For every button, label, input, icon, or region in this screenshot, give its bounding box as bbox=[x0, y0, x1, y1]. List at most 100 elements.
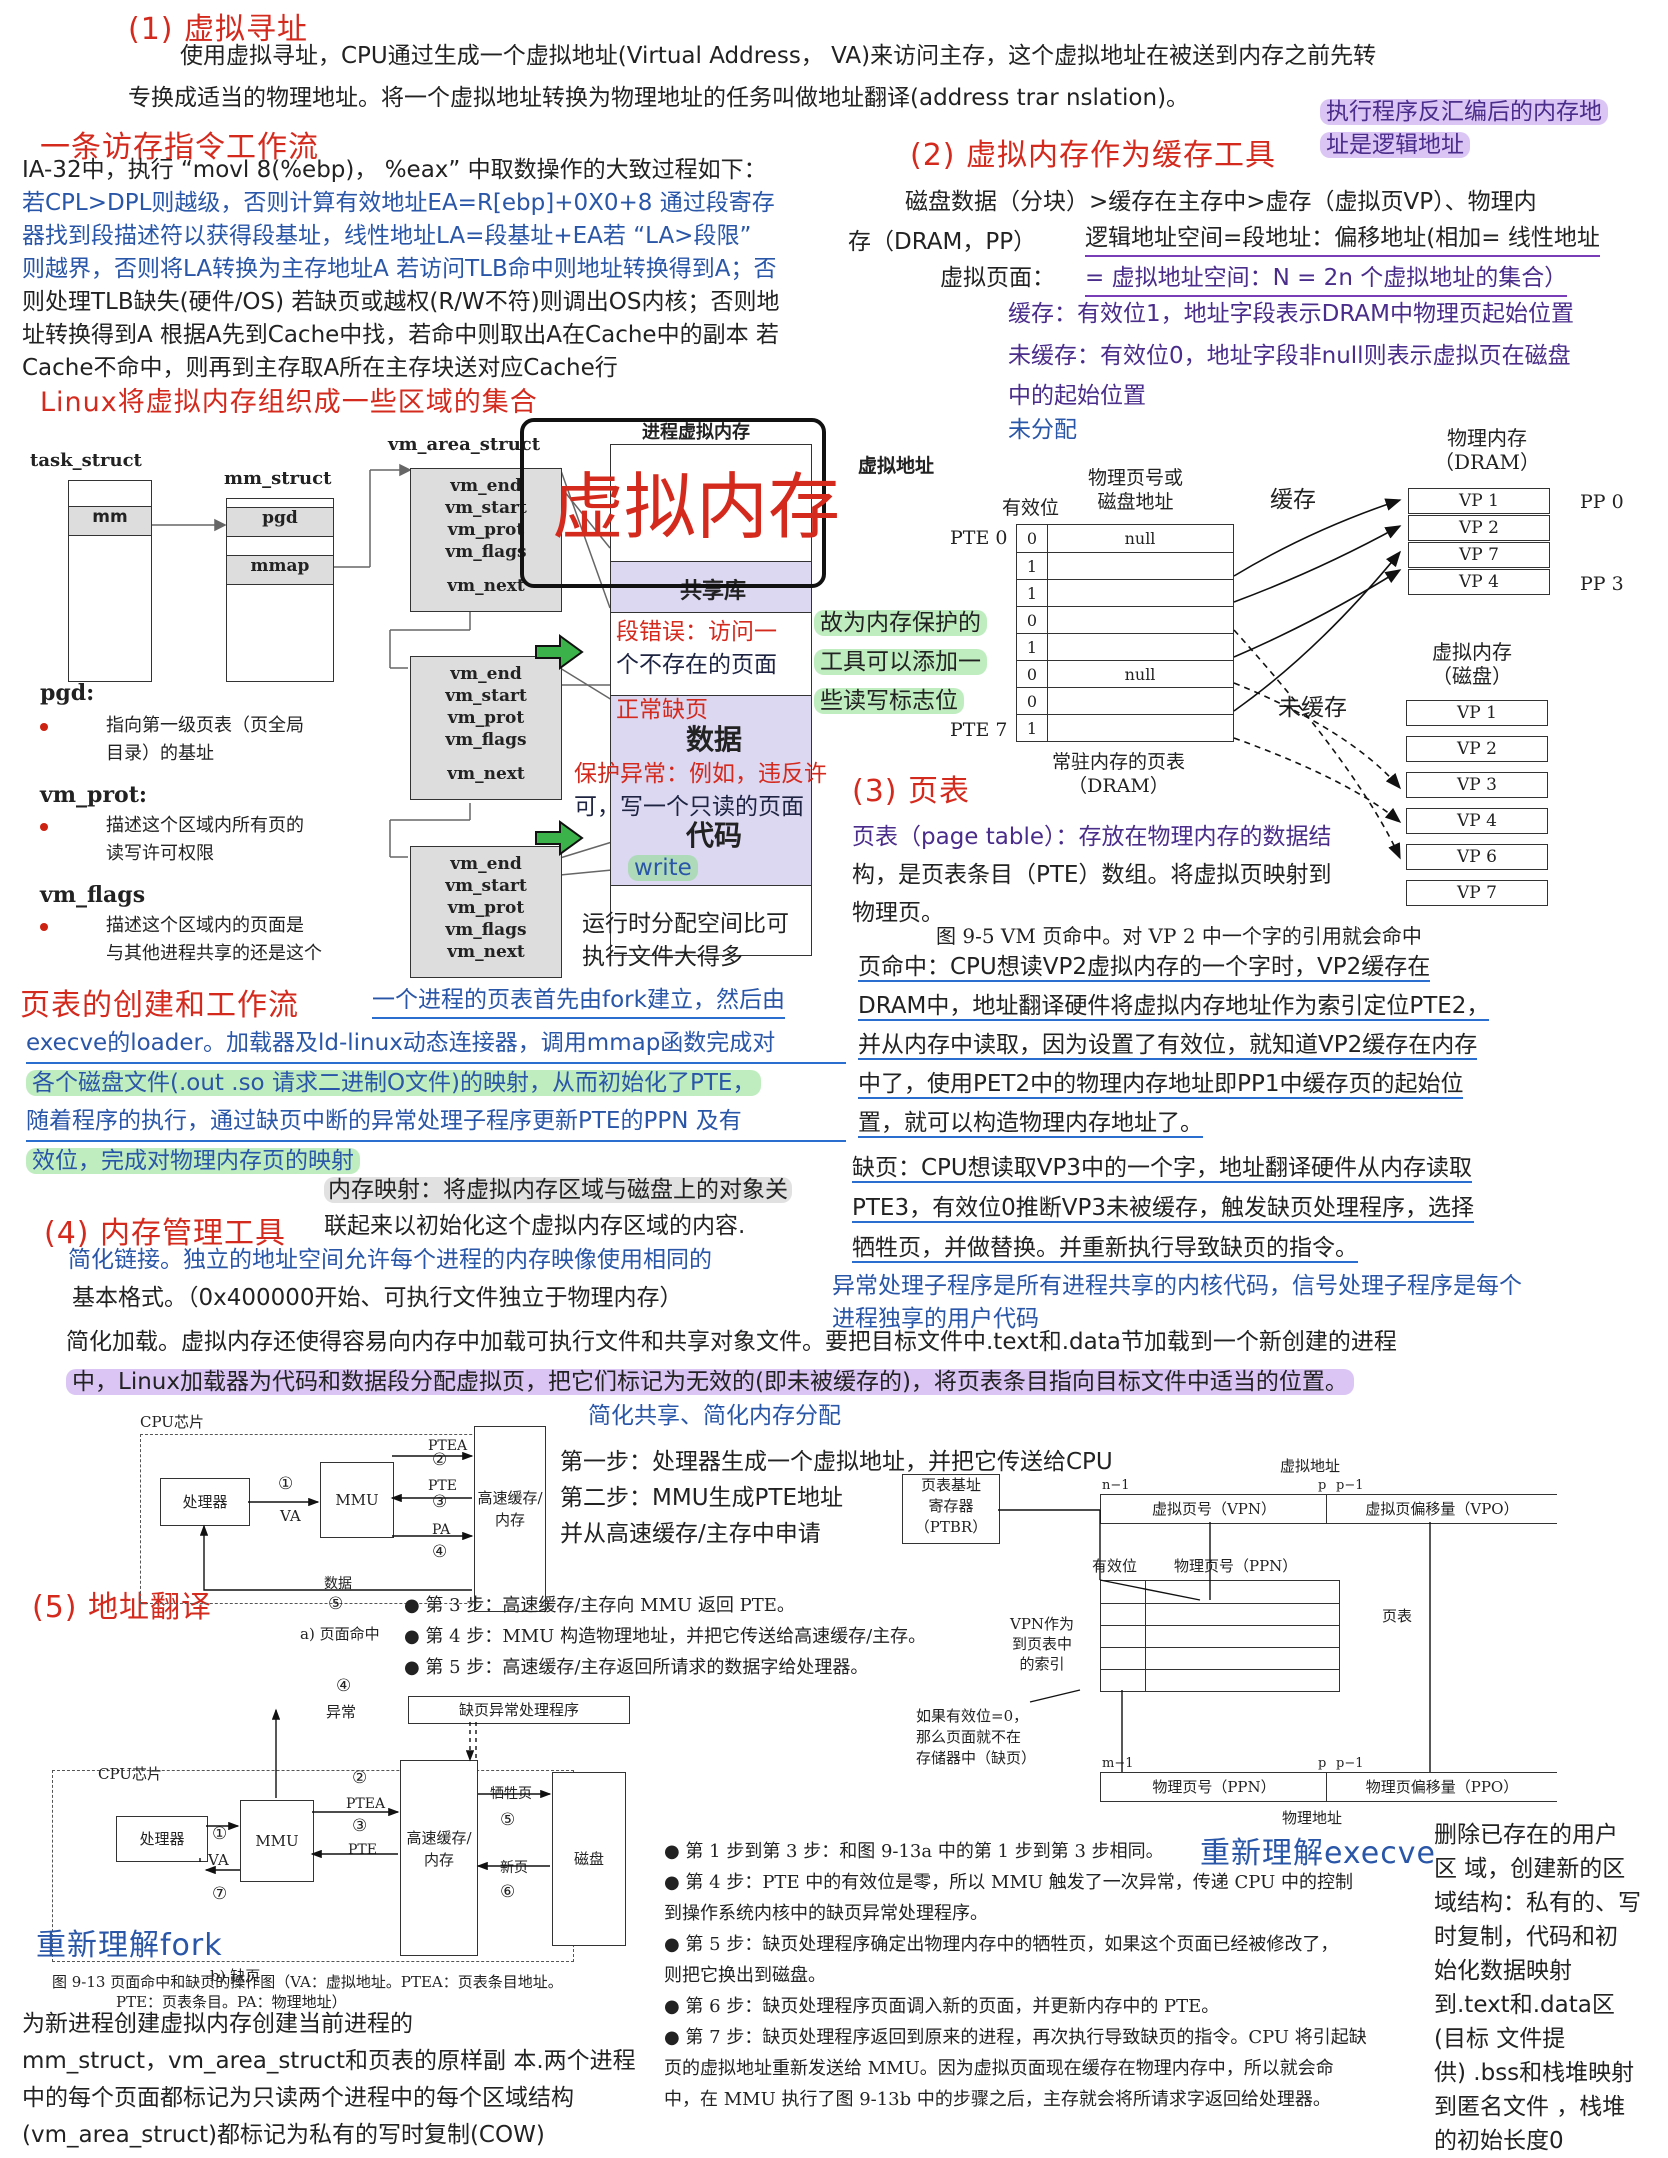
sec4-share: 简化共享、简化内存分配 bbox=[588, 1403, 841, 1429]
page-miss-text: 缺页：CPU想读取VP3中的一个字，地址翻译硬件从内存读取 PTE3，有效位0推… bbox=[852, 1155, 1474, 1263]
sec3-definition: 页表（page table）：存放在物理内存的数据结 构，是页表条目（PTE）数… bbox=[852, 824, 1332, 926]
pt-create-text: execve的loader。加载器及ld-linux动态连接器，调用mmap函数… bbox=[26, 1024, 846, 1180]
instr-line: 若CPL>DPL则越级，否则计算有效地址EA=R[ebp]+0X0+8 通过段寄… bbox=[22, 190, 775, 216]
pte-valid-bit: 1 bbox=[1017, 715, 1048, 742]
vm-start-field: vm_start bbox=[445, 876, 527, 896]
segfault-line1: 段错误：访问一 bbox=[616, 619, 777, 645]
pte-valid-bit: 0 bbox=[1017, 607, 1048, 634]
instr-line: 则处理TLB缺失(硬件/OS) 若缺页或越权(R/W不符)则调出OS内核；否则地 bbox=[22, 289, 780, 315]
segfault-note: 段错误：访问一 个不存在的页面 bbox=[616, 616, 777, 682]
instr-line: IA-32中，执行 “movl 8(%ebp)， %eax” 中取数操作的大致过… bbox=[22, 157, 767, 183]
vm-flags-field: vm_flags bbox=[445, 920, 527, 940]
mmap-note-2: 联起来以初始化这个虚拟内存区域的内容. bbox=[324, 1213, 746, 1239]
sec5-bullets-b: ● 第 1 步到第 3 步：和图 9-13a 中的第 1 步到第 3 步相同。 … bbox=[664, 1841, 1367, 2110]
pgd-field: pgd bbox=[227, 507, 333, 537]
protect-line: 些读写标志位 bbox=[814, 688, 964, 714]
pt-vaddr-label: 虚拟地址 bbox=[858, 455, 935, 477]
step2-num-a: ② bbox=[432, 1450, 448, 1470]
pte-valid-bit: 0 bbox=[1017, 688, 1048, 715]
sec2-uncached: 未缓存：有效位0，地址字段非null则表示虚拟页在磁盘 bbox=[1008, 343, 1571, 369]
mmap-field: mmap bbox=[227, 555, 333, 585]
refork-title: 重新理解fork bbox=[36, 1928, 223, 1963]
instr-line: 器找到段描述符以获得段基址，线性地址LA=段基址+EA若 “LA>段限” bbox=[22, 223, 752, 249]
instr-flow-text: IA-32中，执行 “movl 8(%ebp)， %eax” 中取数操作的大致过… bbox=[22, 154, 872, 385]
pte-valid-bit: 0 bbox=[1017, 661, 1048, 688]
sec2-line1: 磁盘数据（分块）>缓存在主存中>虚存（虚拟页VP）、物理内 bbox=[905, 189, 1537, 215]
protect-line: 故为内存保护的 bbox=[814, 610, 987, 636]
vm-area-struct-3: vm_end vm_start vm_prot vm_flags vm_next bbox=[410, 846, 562, 978]
pp3-label: PP 3 bbox=[1580, 573, 1624, 595]
protect-line: 工具可以添加一 bbox=[814, 649, 987, 675]
pp0-label: PP 0 bbox=[1580, 491, 1624, 513]
task-struct-label: task_struct bbox=[30, 450, 142, 471]
step1-num-a: ① bbox=[278, 1474, 294, 1494]
sec4-load: 简化加载。虚拟内存还使得容易向内存中加载可执行文件和共享对象文件。要把目标文件中… bbox=[66, 1329, 1397, 1355]
write-note: write bbox=[628, 852, 698, 885]
page-hit-text: 页命中：CPU想读VP2虚拟内存的一个字时，VP2缓存在 DRAM中，地址翻译硬… bbox=[858, 954, 1490, 1138]
pt-create-title: 页表的创建和工作流 bbox=[20, 988, 299, 1023]
vm-area-struct-label: vm_area_struct bbox=[388, 434, 541, 455]
step3-num-a: ③ bbox=[432, 1492, 448, 1512]
instr-line: 则越界，否则将LA转换为主存地址A 若访问TLB命中则地址转换得到A；否 bbox=[22, 256, 777, 282]
protect-note: 故为内存保护的 工具可以添加一 些读写标志位 bbox=[814, 604, 987, 721]
segfault-line2: 个不存在的页面 bbox=[616, 652, 777, 678]
pte-valid-bit: 1 bbox=[1017, 553, 1048, 580]
normal-fault-note: 正常缺页 bbox=[616, 697, 708, 723]
fig-a-caption: a) 页面命中 bbox=[300, 1625, 380, 1643]
exec-note-line2: 址是逻辑地址 bbox=[1320, 132, 1470, 158]
step4-num-a: ④ bbox=[432, 1542, 448, 1562]
instr-line: 址转换得到A 根据A先到Cache中找，若命中则取出A在Cache中的副本 若 bbox=[22, 322, 779, 348]
section2-title: (2) 虚拟内存作为缓存工具 bbox=[910, 138, 1277, 173]
sec2-line3b: = 虚拟地址空间：N = 2n 个虚拟地址的集合） bbox=[1085, 262, 1568, 297]
vm-next-field: vm_next bbox=[447, 942, 525, 962]
bullet-vmprot-key: vm_prot: bbox=[40, 782, 147, 808]
exec-note-line1: 执行程序反汇编后的内存地 bbox=[1320, 99, 1608, 125]
pm-title: 物理内存 （DRAM） bbox=[1434, 426, 1541, 474]
field-bullets: pgd: 指向第一级页表（页全局 目录）的基址 vm_prot: 描述这个区域内所… bbox=[40, 680, 380, 968]
runtime-line2: 执行文件大得多 bbox=[582, 944, 743, 970]
mm-struct-label: mm_struct bbox=[224, 468, 332, 489]
pte0-label: PTE 0 bbox=[950, 527, 1008, 549]
pt-valid-label: 有效位 bbox=[1002, 497, 1060, 519]
mmap-note: 内存映射：将虚拟内存区域与磁盘上的对象关 bbox=[324, 1174, 792, 1207]
bullet-pgd-desc: 指向第一级页表（页全局 目录）的基址 bbox=[40, 712, 380, 768]
runtime-note: 运行时分配空间比可 执行文件大得多 bbox=[582, 908, 789, 974]
green-arrow-icons bbox=[535, 634, 584, 856]
bullet-vmprot-desc: 描述这个区域内所有页的 读写许可权限 bbox=[40, 812, 380, 868]
refork-text: 为新进程创建虚拟内存创建当前进程的 mm_struct，vm_area_stru… bbox=[22, 2011, 636, 2148]
sec2-unallocated: 未分配 bbox=[1008, 417, 1077, 443]
bullet-vmflags-desc: 描述这个区域内的页面是 与其他进程共享的还是这个 bbox=[40, 912, 380, 968]
reexecve-text: 删除已存在的用户 区 域，创建新的区 域结构：私有的、写 时复制，代码和初 始化… bbox=[1434, 1822, 1641, 2154]
vm-prot-field: vm_prot bbox=[447, 898, 525, 918]
virtual-memory-big-label: 虚拟内存 bbox=[552, 465, 841, 549]
pte-valid-bit: 0 bbox=[1017, 525, 1048, 552]
bullet-pgd-key: pgd: bbox=[40, 680, 95, 706]
sec2-line3a: 虚拟页面： bbox=[940, 265, 1055, 291]
prot-fault-line1: 保护异常：例如，违反许 bbox=[574, 761, 827, 787]
pa-label-a: PA bbox=[432, 1522, 451, 1538]
task-struct-box: mm bbox=[68, 480, 152, 682]
translation-arrows bbox=[998, 1509, 1431, 1772]
reexecve-title: 重新理解execve bbox=[1200, 1836, 1436, 1871]
sec4-link2: 基本格式。（0x400000开始、可执行文件独立于物理内存） bbox=[72, 1285, 683, 1311]
pte-valid-bit: 1 bbox=[1017, 580, 1048, 607]
sec2-uncached-2: 中的起始位置 bbox=[1008, 383, 1146, 409]
pte7-label: PTE 7 bbox=[950, 719, 1008, 741]
section3-title: (3) 页表 bbox=[852, 774, 971, 809]
pte-valid-bit: 1 bbox=[1017, 634, 1048, 661]
runtime-line1: 运行时分配空间比可 bbox=[582, 911, 789, 937]
sec1-paragraph-line1: 使用虚拟寻址，CPU通过生成一个虚拟地址(Virtual Address， VA… bbox=[180, 43, 1377, 69]
prot-fault-line2: 可，写一个只读的页面 bbox=[574, 794, 804, 820]
mm-struct-box: pgd mmap bbox=[226, 498, 334, 682]
sec2-cached: 缓存：有效位1，地址字段表示DRAM中物理页起始位置 bbox=[1008, 301, 1574, 327]
write-label: write bbox=[628, 855, 698, 881]
sec2-line2a: 存（DRAM，PP） bbox=[848, 229, 1037, 255]
step5-num-a: ⑤ bbox=[328, 1594, 344, 1614]
sec2-line2b: 逻辑地址空间=段地址：偏移地址(相加= 线性地址 bbox=[1085, 222, 1600, 257]
sec4-link: 简化链接。独立的地址空间允许每个进程的内存映像使用相同的 bbox=[68, 1247, 712, 1273]
exec-note: 执行程序反汇编后的内存地 址是逻辑地址 bbox=[1320, 96, 1608, 162]
va-label-a: VA bbox=[280, 1507, 301, 1525]
sec1-paragraph-line2: 专换成适当的物理地址。将一个虚拟地址转换为物理地址的任务叫做地址翻译(addre… bbox=[128, 85, 1190, 111]
pt-create-line0: 一个进程的页表首先由fork建立，然后由 bbox=[372, 984, 785, 1019]
bullet-vmflags-key: vm_flags bbox=[40, 882, 146, 908]
